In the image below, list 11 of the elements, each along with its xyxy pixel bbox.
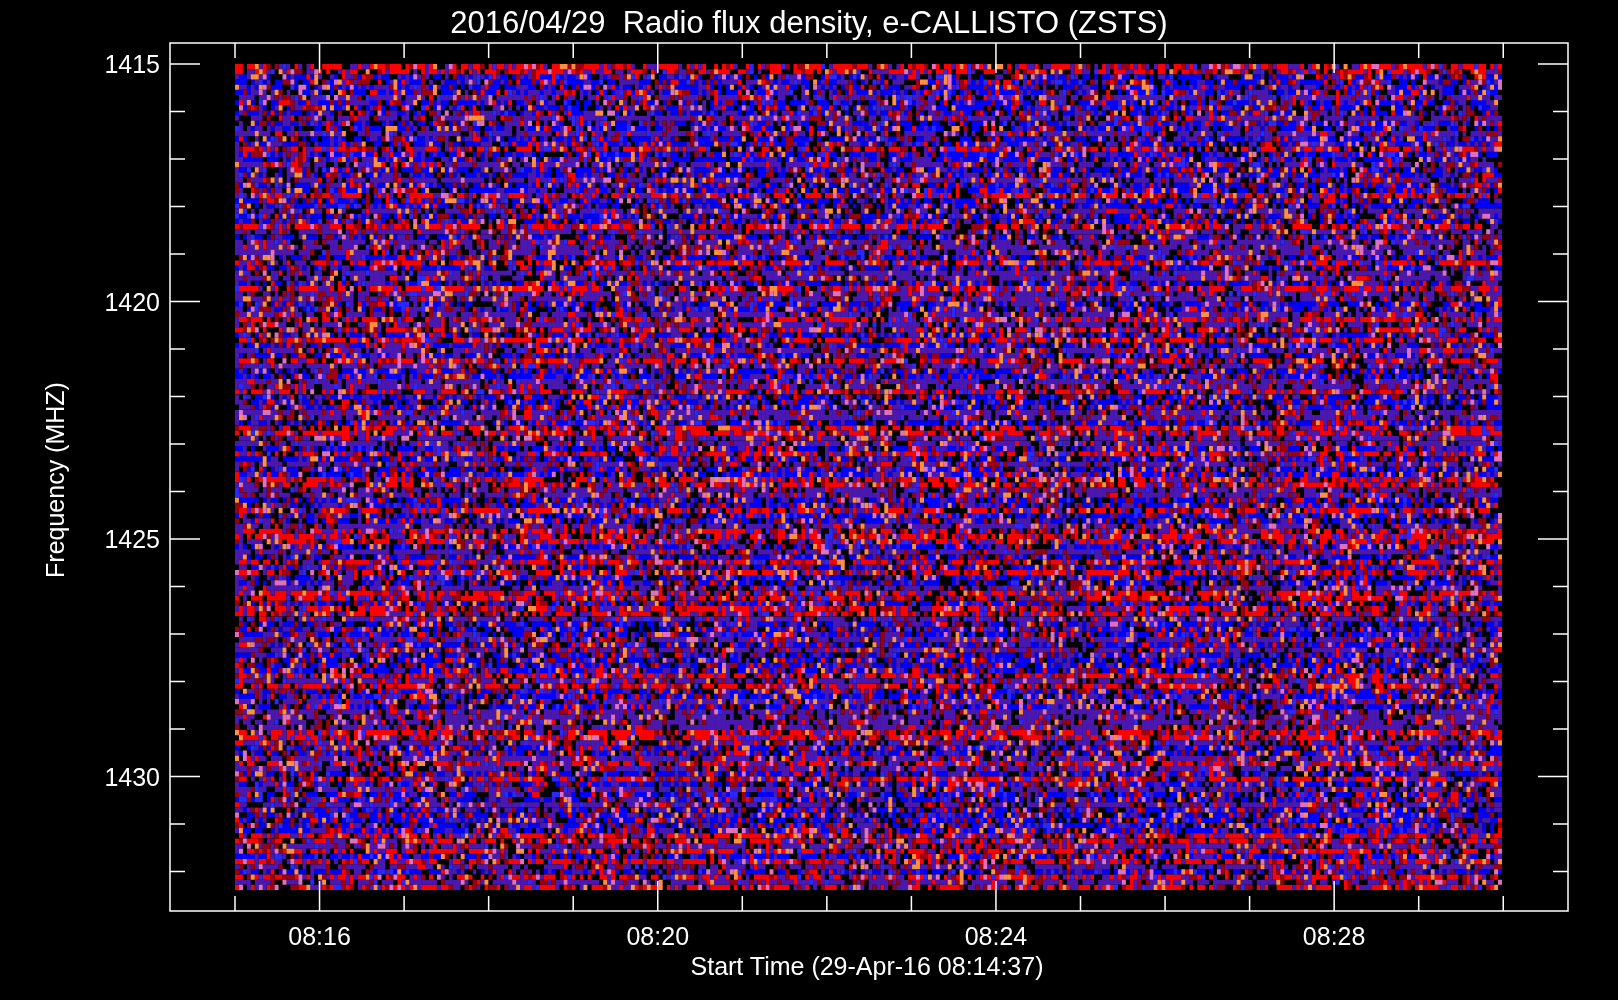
chart-title: 2016/04/29 Radio flux density, e-CALLISTO (ZSTS) (450, 5, 1168, 40)
y-tick-label: 1430 (104, 762, 160, 791)
x-tick-label: 08:20 (626, 922, 690, 950)
y-axis-label: Frequency (MHZ) (41, 382, 69, 578)
y-tick-label: 1425 (104, 525, 160, 553)
x-tick-label: 08:24 (964, 922, 1028, 950)
y-tick-label: 1420 (104, 287, 160, 316)
y-tick-label: 1415 (104, 50, 160, 78)
x-tick-label: 08:16 (288, 922, 351, 950)
x-tick-label: 08:28 (1302, 922, 1366, 950)
x-axis-label: Start Time (29-Apr-16 08:14:37) (690, 952, 1044, 980)
